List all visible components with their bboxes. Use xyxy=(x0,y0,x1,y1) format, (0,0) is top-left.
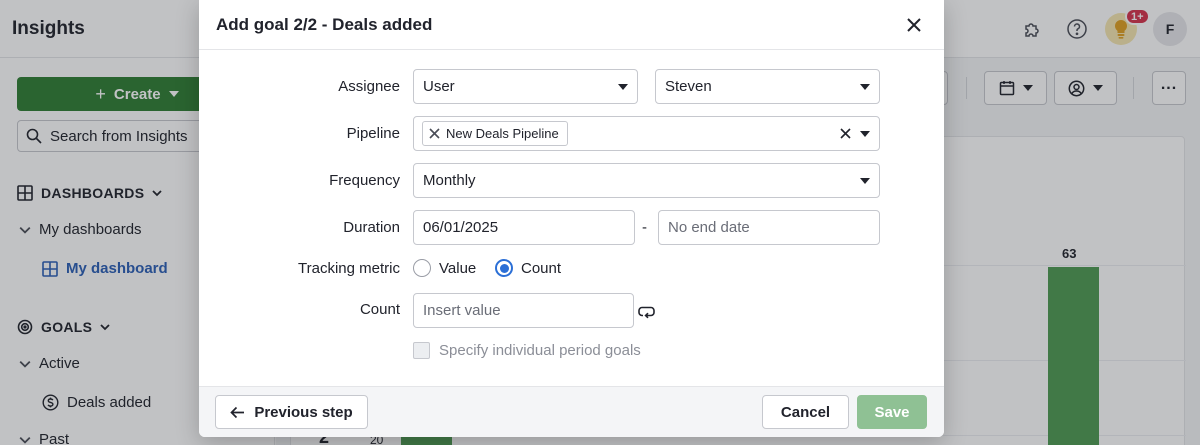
duration-end-placeholder: No end date xyxy=(668,219,750,236)
radio-button-selected xyxy=(495,259,513,277)
repeat-icon[interactable] xyxy=(638,302,655,324)
assignee-type-value: User xyxy=(423,78,455,95)
chevron-down-icon xyxy=(860,130,870,137)
clear-icon[interactable] xyxy=(840,128,851,139)
duration-end-input[interactable]: No end date xyxy=(658,210,880,245)
pipeline-chip: New Deals Pipeline xyxy=(422,121,568,146)
duration-label: Duration xyxy=(343,219,400,236)
cancel-label: Cancel xyxy=(780,403,831,421)
pipeline-chip-label: New Deals Pipeline xyxy=(446,126,559,141)
arrow-left-icon xyxy=(230,406,245,418)
tracking-metric-label: Tracking metric xyxy=(298,260,400,277)
dialog-title: Add goal 2/2 - Deals added xyxy=(216,15,433,34)
count-label: Count xyxy=(359,301,400,318)
assignee-user-value: Steven xyxy=(665,78,712,95)
chevron-down-icon xyxy=(860,177,870,184)
checkbox xyxy=(413,342,430,359)
cancel-button[interactable]: Cancel xyxy=(762,395,849,429)
remove-chip-icon[interactable] xyxy=(429,128,440,139)
count-placeholder: Insert value xyxy=(423,302,501,319)
count-input[interactable]: Insert value xyxy=(413,293,634,328)
dialog-header: Add goal 2/2 - Deals added xyxy=(199,0,944,50)
radio-label: Count xyxy=(521,259,562,277)
add-goal-dialog: Add goal 2/2 - Deals added Assignee User… xyxy=(199,0,944,437)
tracking-metric-value-radio[interactable]: Value xyxy=(413,259,476,277)
radio-label: Value xyxy=(439,259,477,277)
pipeline-label: Pipeline xyxy=(346,125,400,142)
previous-step-label: Previous step xyxy=(254,403,353,421)
duration-start-value: 06/01/2025 xyxy=(423,219,499,236)
assignee-type-select[interactable]: User xyxy=(413,69,638,104)
pipeline-multiselect[interactable]: New Deals Pipeline xyxy=(413,116,880,151)
chevron-down-icon xyxy=(860,83,870,90)
save-label: Save xyxy=(874,403,910,421)
frequency-select[interactable]: Monthly xyxy=(413,163,880,198)
duration-start-input[interactable]: 06/01/2025 xyxy=(413,210,635,245)
dialog-footer: Previous step Cancel Save xyxy=(199,386,944,437)
assignee-label: Assignee xyxy=(338,78,400,95)
radio-button xyxy=(413,259,431,277)
previous-step-button[interactable]: Previous step xyxy=(215,395,368,429)
frequency-label: Frequency xyxy=(329,172,400,189)
tracking-metric-count-radio[interactable]: Count xyxy=(495,259,561,277)
close-button[interactable] xyxy=(900,11,928,39)
individual-period-goals-checkbox[interactable]: Specify individual period goals xyxy=(413,342,641,359)
save-button[interactable]: Save xyxy=(857,395,927,429)
chevron-down-icon xyxy=(618,83,628,90)
checkbox-label: Specify individual period goals xyxy=(439,342,641,359)
assignee-user-select[interactable]: Steven xyxy=(655,69,880,104)
frequency-value: Monthly xyxy=(423,172,476,189)
close-icon xyxy=(907,18,921,32)
duration-separator: - xyxy=(642,219,647,236)
